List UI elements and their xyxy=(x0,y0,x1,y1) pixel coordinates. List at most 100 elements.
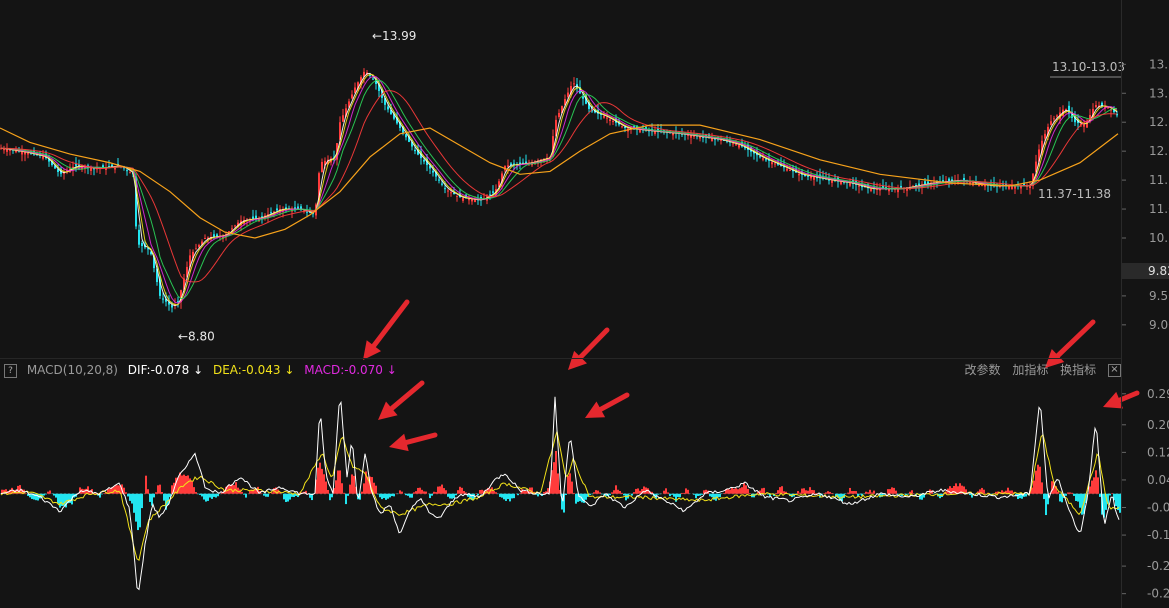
macd-bar xyxy=(697,493,699,496)
macd-bar xyxy=(479,490,481,494)
macd-bar xyxy=(217,493,219,497)
macd-bar xyxy=(505,493,507,501)
macd-bar xyxy=(799,492,801,494)
candle-body xyxy=(414,149,416,152)
candle-body xyxy=(306,211,308,213)
current-price-box: 9.82 xyxy=(1121,263,1169,279)
macd-bar xyxy=(481,489,483,494)
macd-bar xyxy=(739,488,741,494)
candle-body xyxy=(567,92,569,98)
macd-bar xyxy=(405,493,407,496)
macd-bar xyxy=(737,489,739,494)
candle-body xyxy=(447,190,449,192)
macd-bar xyxy=(243,493,245,495)
macd-bar xyxy=(389,493,391,498)
macd-bar xyxy=(419,487,421,494)
macd-bar xyxy=(713,493,715,500)
macd-bar xyxy=(267,493,269,497)
macd-bar xyxy=(635,488,637,494)
red-arrow-shaft xyxy=(371,299,410,349)
candle-body xyxy=(621,126,623,128)
add-indicator-button[interactable]: 加指标 xyxy=(1012,363,1048,377)
switch-indicator-button[interactable]: 换指标 xyxy=(1060,363,1096,377)
help-icon[interactable]: ? xyxy=(4,363,17,378)
macd-bar xyxy=(1109,493,1111,496)
macd-bar xyxy=(585,493,587,500)
macd-tick-label: 0.04 xyxy=(1147,473,1169,487)
macd-bar xyxy=(347,493,349,496)
macd-bar xyxy=(413,492,415,494)
macd-bar xyxy=(855,491,857,494)
price-tick-label: 9.00 xyxy=(1149,318,1169,332)
candle-body xyxy=(1083,124,1085,127)
macd-bar xyxy=(425,491,427,494)
macd-bar xyxy=(777,490,779,494)
macd-bar xyxy=(887,489,889,494)
candle-body xyxy=(798,173,800,176)
candle-body xyxy=(1044,133,1046,139)
indicator-name[interactable]: MACD(10,20,8) xyxy=(27,363,118,377)
macd-bar xyxy=(907,493,909,495)
candle-body xyxy=(858,185,860,187)
candle-body xyxy=(42,156,44,159)
lower-range-label: 11.37-11.38 xyxy=(1038,187,1111,201)
macd-bar xyxy=(331,493,333,498)
macd-bar xyxy=(847,492,849,494)
candle-body xyxy=(948,178,950,182)
candle-body xyxy=(870,188,872,191)
candle-body xyxy=(789,169,791,171)
macd-bar xyxy=(601,493,603,495)
macd-bar xyxy=(503,493,505,500)
macd-bar xyxy=(147,489,149,494)
macd-bar xyxy=(639,490,641,494)
macd-bar xyxy=(553,462,555,494)
price-tick-label: 9.50 xyxy=(1149,289,1169,303)
macd-bar xyxy=(431,493,433,496)
close-icon[interactable]: × xyxy=(1108,364,1121,377)
macd-bar xyxy=(871,492,873,494)
macd-bar xyxy=(621,492,623,494)
macd-tick-label: 0.12 xyxy=(1147,445,1169,459)
macd-bar xyxy=(391,493,393,497)
macd-bar xyxy=(617,489,619,494)
candle-body xyxy=(612,121,614,123)
macd-bar xyxy=(969,493,971,496)
macd-bar xyxy=(203,493,205,500)
red-arrow-icon xyxy=(363,299,410,360)
macd-bar xyxy=(1043,493,1045,500)
macd-bar xyxy=(775,492,777,494)
candle-body xyxy=(234,225,236,227)
upper-range-label: 13.10-13.03 xyxy=(1052,60,1125,74)
macd-bar xyxy=(335,480,337,494)
macd-bar xyxy=(811,489,813,494)
macd-bar xyxy=(131,493,133,504)
macd-bar xyxy=(675,493,677,502)
low-price-label: ←8.80 xyxy=(178,329,215,343)
macd-bar xyxy=(321,468,323,494)
macd-bar xyxy=(345,493,347,505)
change-params-button[interactable]: 改参数 xyxy=(964,363,1000,377)
macd-bar xyxy=(101,493,103,495)
candle-body xyxy=(840,181,842,185)
macd-bar xyxy=(343,492,345,494)
macd-bar xyxy=(1059,493,1061,502)
macd-bar xyxy=(633,492,635,494)
macd-bar xyxy=(873,490,875,494)
candle-body xyxy=(738,145,740,148)
candle-body xyxy=(507,165,509,167)
macd-bar xyxy=(181,475,183,494)
candle-body xyxy=(624,126,626,128)
candle-body xyxy=(654,131,656,134)
red-arrow-shaft xyxy=(1055,319,1096,359)
macd-bar xyxy=(1115,493,1117,507)
candle-body xyxy=(1053,118,1055,120)
macd-bar xyxy=(683,492,685,494)
candle-body xyxy=(450,192,452,194)
macd-bar xyxy=(459,486,461,494)
macd-bar xyxy=(573,492,575,494)
candle-body xyxy=(90,167,92,171)
macd-bar xyxy=(953,485,955,494)
macd-bar xyxy=(53,493,55,496)
macd-bar xyxy=(699,493,701,496)
candle-body xyxy=(849,183,851,186)
